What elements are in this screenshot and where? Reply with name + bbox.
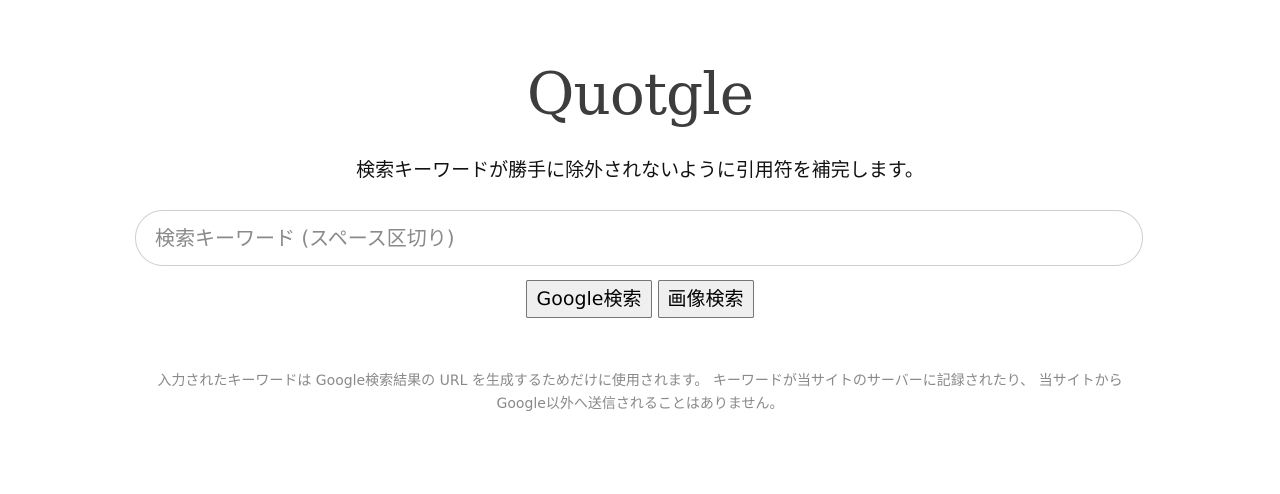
privacy-notice: 入力されたキーワードは Google検索結果の URL を生成するためだけに使用… — [100, 370, 1180, 416]
search-input[interactable] — [155, 211, 1115, 265]
google-search-button[interactable]: Google検索 — [526, 280, 652, 318]
image-search-button[interactable]: 画像検索 — [657, 280, 754, 318]
privacy-notice-line-1: 入力されたキーワードは Google検索結果の URL を生成するためだけに使用… — [157, 373, 1123, 389]
site-logo: Quotgle — [526, 60, 754, 128]
search-box[interactable] — [135, 210, 1143, 266]
privacy-notice-line-2: Google以外へ送信されることはありません。 — [496, 396, 784, 412]
page: Quotgle 検索キーワードが勝手に除外されないように引用符を補完します。 G… — [0, 0, 1280, 494]
search-buttons: Google検索 画像検索 — [0, 280, 1280, 318]
tagline: 検索キーワードが勝手に除外されないように引用符を補完します。 — [356, 159, 924, 181]
